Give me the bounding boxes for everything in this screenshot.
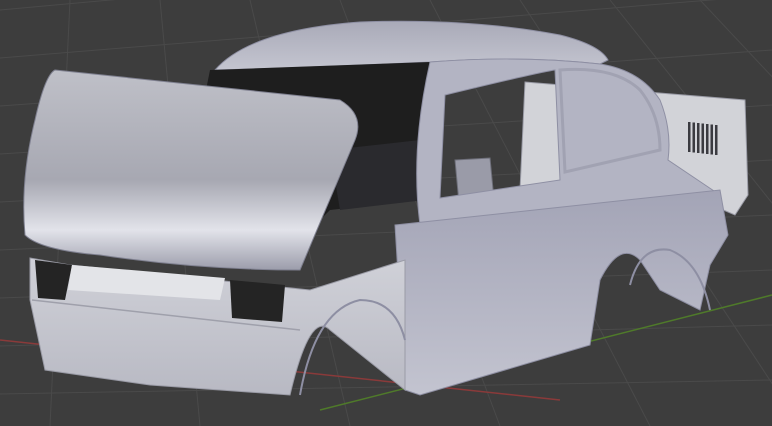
vent-slot <box>688 122 691 152</box>
vent-slot <box>692 122 695 153</box>
grid-line <box>0 0 116 11</box>
vent-slot <box>701 123 704 154</box>
headlight-opening-right <box>230 280 285 322</box>
vent-slot <box>710 124 713 155</box>
hood-panel[interactable] <box>23 69 359 271</box>
vent-slot <box>715 125 718 155</box>
vent-slot <box>697 123 700 153</box>
viewport-scene[interactable] <box>0 0 772 426</box>
vent-slot <box>706 124 709 154</box>
side-body-panel[interactable] <box>394 189 729 396</box>
3d-viewport[interactable] <box>0 0 772 426</box>
car-body-model[interactable] <box>23 20 749 396</box>
